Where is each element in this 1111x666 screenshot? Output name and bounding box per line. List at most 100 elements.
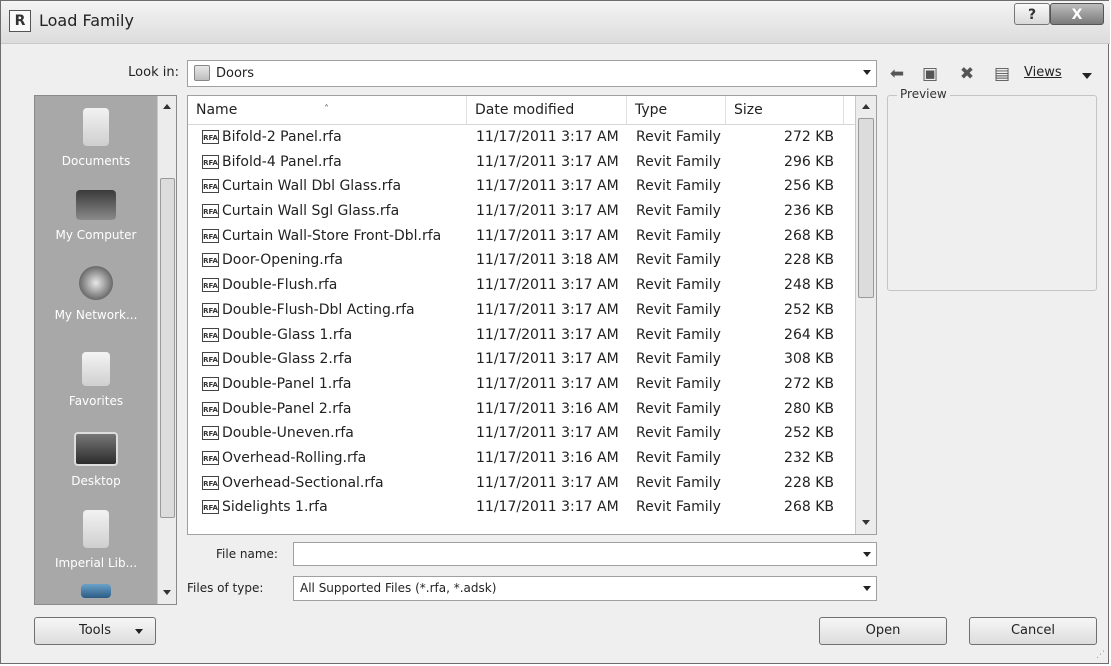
file-size: 268 KB (784, 227, 834, 244)
look-in-dropdown[interactable]: Doors (187, 60, 877, 87)
place-label: My Network... (54, 308, 138, 322)
file-name: Curtain Wall-Store Front-Dbl.rfa (222, 227, 442, 244)
favorites-icon (82, 352, 110, 386)
delete-icon[interactable]: ✖ (956, 63, 978, 85)
file-name: Curtain Wall Dbl Glass.rfa (222, 178, 402, 195)
file-type: Revit Family (636, 326, 721, 343)
file-row[interactable]: RFA Overhead-Rolling.rfa 11/17/2011 3:16 A… (188, 446, 855, 471)
back-arrow-icon[interactable]: ⬅ (886, 63, 908, 85)
scroll-up-icon[interactable] (862, 104, 870, 109)
file-row[interactable]: RFA Double-Uneven.rfa 11/17/2011 3:17 AM Re… (188, 421, 855, 446)
file-name: Double-Flush.rfa (222, 277, 338, 294)
desktop-icon (74, 432, 118, 466)
revit-app-icon: R (9, 10, 31, 32)
new-folder-icon[interactable]: ▤ (991, 63, 1013, 85)
places-scrollbar[interactable] (157, 96, 176, 604)
scroll-down-icon[interactable] (163, 590, 171, 595)
cancel-button[interactable]: Cancel (969, 617, 1097, 645)
file-name: Double-Flush-Dbl Acting.rfa (222, 301, 415, 318)
file-type: Revit Family (636, 499, 721, 516)
file-date: 11/17/2011 3:17 AM (476, 203, 619, 220)
file-row[interactable]: RFA Double-Glass 2.rfa 11/17/2011 3:17 AM R… (188, 347, 855, 372)
file-size: 256 KB (784, 178, 834, 195)
file-date: 11/17/2011 3:17 AM (476, 227, 619, 244)
file-row[interactable]: RFA Curtain Wall-Store Front-Dbl.rfa 11/17… (188, 224, 855, 249)
file-row[interactable]: RFA Door-Opening.rfa 11/17/2011 3:18 AM Rev… (188, 248, 855, 273)
file-name: Sidelights 1.rfa (222, 499, 328, 516)
tools-button[interactable]: Tools (34, 617, 156, 645)
file-row[interactable]: RFA Sidelights 1.rfa 11/17/2011 3:17 AM Rev… (188, 495, 855, 520)
file-name: Double-Uneven.rfa (222, 425, 354, 442)
place-documents[interactable]: Documents (35, 108, 157, 168)
rfa-file-icon: RFA (202, 204, 219, 219)
file-size: 308 KB (784, 351, 834, 368)
rfa-file-icon: RFA (202, 228, 219, 243)
file-list-scrollbar[interactable] (855, 96, 876, 534)
file-row[interactable]: RFA Double-Flush-Dbl Acting.rfa 11/17/2011… (188, 298, 855, 323)
views-button[interactable]: Views (1024, 65, 1062, 80)
rfa-file-icon: RFA (202, 302, 219, 317)
place-desktop[interactable]: Desktop (35, 432, 157, 488)
file-type: Revit Family (636, 375, 721, 392)
scrollbar-thumb[interactable] (160, 178, 175, 518)
close-button[interactable]: X (1050, 3, 1104, 25)
column-header-date[interactable]: Date modified (467, 96, 627, 124)
open-button[interactable]: Open (819, 617, 947, 645)
file-name-label: File name: (216, 547, 278, 561)
documents-icon (83, 108, 109, 146)
file-row[interactable]: RFA Double-Panel 2.rfa 11/17/2011 3:16 AM R… (188, 397, 855, 422)
place-label: Documents (61, 154, 131, 168)
file-type: Revit Family (636, 449, 721, 466)
column-header-row: Name ˄ Date modified Type Size (188, 96, 855, 125)
preview-pane (887, 95, 1097, 291)
file-row[interactable]: RFA Double-Glass 1.rfa 11/17/2011 3:17 AM R… (188, 323, 855, 348)
place-more[interactable] (35, 584, 157, 598)
file-size: 264 KB (784, 326, 834, 343)
file-type: Revit Family (636, 252, 721, 269)
chevron-down-icon (135, 629, 143, 634)
file-date: 11/17/2011 3:17 AM (476, 178, 619, 195)
rfa-file-icon: RFA (202, 130, 219, 144)
network-icon (79, 266, 113, 300)
chevron-down-icon[interactable] (863, 70, 871, 75)
file-row[interactable]: RFA Curtain Wall Sgl Glass.rfa 11/17/2011 … (188, 199, 855, 224)
file-type: Revit Family (636, 400, 721, 417)
file-name-input[interactable] (293, 542, 877, 566)
file-row[interactable]: RFA Overhead-Sectional.rfa 11/17/2011 3:17… (188, 471, 855, 496)
column-header-type[interactable]: Type (627, 96, 726, 124)
file-row[interactable]: RFA Bifold-4 Panel.rfa 11/17/2011 3:17 AM R… (188, 150, 855, 175)
file-row[interactable]: RFA Bifold-2 Panel.rfa 11/17/2011 3:17 AM R… (188, 125, 855, 150)
file-date: 11/17/2011 3:17 AM (476, 351, 619, 368)
place-label: Favorites (68, 394, 124, 408)
views-dropdown-arrow-icon[interactable] (1082, 73, 1092, 79)
scroll-down-icon[interactable] (862, 520, 870, 525)
column-header-size[interactable]: Size (726, 96, 844, 124)
scrollbar-thumb[interactable] (858, 118, 874, 298)
place-favorites[interactable]: Favorites (35, 352, 157, 408)
file-size: 232 KB (784, 449, 834, 466)
resize-grip-icon[interactable]: ⋰ (1096, 650, 1105, 660)
column-header-name[interactable]: Name ˄ (188, 96, 467, 124)
file-row[interactable]: RFA Double-Flush.rfa 11/17/2011 3:17 AM Rev… (188, 273, 855, 298)
scroll-up-icon[interactable] (163, 104, 171, 109)
up-folder-icon[interactable]: ▣ (919, 63, 941, 85)
file-row[interactable]: RFA Curtain Wall Dbl Glass.rfa 11/17/2011 … (188, 174, 855, 199)
file-name: Double-Panel 2.rfa (222, 400, 352, 417)
place-my-network[interactable]: My Network... (35, 266, 157, 322)
file-size: 268 KB (784, 499, 834, 516)
file-type-dropdown[interactable]: All Supported Files (*.rfa, *.adsk) (293, 576, 877, 601)
rfa-file-icon: RFA (202, 475, 219, 490)
file-size: 272 KB (784, 375, 834, 392)
place-my-computer[interactable]: My Computer (35, 190, 157, 242)
file-row[interactable]: RFA Double-Panel 1.rfa 11/17/2011 3:17 AM R… (188, 372, 855, 397)
computer-icon (76, 190, 116, 220)
title-bar: R Load Family ? X (1, 1, 1110, 44)
place-imperial-library[interactable]: Imperial Lib... (35, 510, 157, 570)
file-size: 228 KB (784, 474, 834, 491)
chevron-down-icon[interactable] (863, 552, 871, 557)
rfa-file-icon: RFA (202, 450, 219, 465)
file-type-value: All Supported Files (*.rfa, *.adsk) (300, 581, 497, 595)
library-icon (81, 584, 111, 598)
chevron-down-icon[interactable] (863, 586, 871, 591)
help-button[interactable]: ? (1014, 3, 1050, 25)
